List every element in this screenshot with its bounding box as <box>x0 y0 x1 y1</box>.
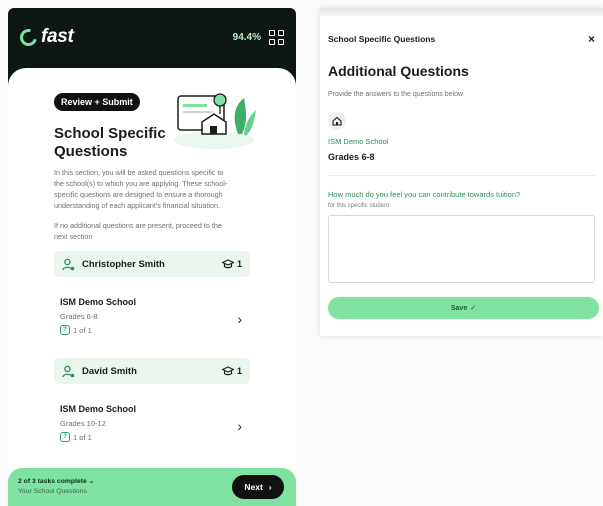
school-grades: Grades 10-12 <box>60 419 106 428</box>
modal-header-title: School Specific Questions <box>328 34 436 44</box>
section-note: If no additional questions are present, … <box>54 221 222 241</box>
question-hint: for this specific student <box>328 203 390 209</box>
review-submit-badge[interactable]: Review + Submit <box>54 93 140 111</box>
modal-school-name: ISM Demo School <box>328 137 389 146</box>
question-count-text: 1 of 1 <box>73 432 92 442</box>
answer-textarea[interactable] <box>328 215 595 283</box>
graduation-cap-icon <box>221 259 234 269</box>
modal-grades: Grades 6-8 <box>328 152 375 162</box>
close-icon[interactable]: × <box>588 32 595 46</box>
progress-percent: 94.4% <box>232 31 261 43</box>
app-header: fast 94.4% <box>8 8 296 66</box>
brand-name: fast <box>41 26 74 47</box>
school-name: ISM Demo School <box>60 297 137 307</box>
school-count: 1 <box>236 259 242 269</box>
task-footer: 2 of 3 tasks complete ⌄ Your School Ques… <box>8 468 296 506</box>
save-label: Save <box>450 304 468 312</box>
school-count: 1 <box>236 366 242 376</box>
question-count-text: 1 of 1 <box>73 325 92 335</box>
next-button[interactable]: Next › <box>232 475 284 499</box>
content-card: Review + Submit School Specific Question… <box>8 68 296 506</box>
divider <box>328 175 595 176</box>
check-icon: ✓ <box>470 305 477 312</box>
brand-logo[interactable]: fast <box>16 25 74 49</box>
additional-questions-modal: School Specific Questions × Additional Q… <box>320 8 603 336</box>
mobile-app-frame: fast 94.4% Review + Submit School Specif… <box>8 8 296 506</box>
section-description: In this section, you will be asked quest… <box>54 168 228 210</box>
student-header[interactable]: Christopher Smith 1 <box>54 251 250 277</box>
school-row[interactable]: ISM Demo School Grades 10-12 ? 1 of 1 › <box>54 394 250 456</box>
chevron-right-icon: › <box>268 482 272 492</box>
user-icon <box>62 258 75 270</box>
question-count: ? 1 of 1 <box>60 325 244 335</box>
fast-logo-icon <box>16 25 41 49</box>
school-name: ISM Demo School <box>60 404 137 414</box>
school-illustration-icon <box>174 93 256 149</box>
student-header[interactable]: David Smith 1 <box>54 358 250 384</box>
graduation-cap-icon <box>221 366 234 376</box>
question-count: ? 1 of 1 <box>60 432 244 442</box>
current-section: Your School Questions <box>18 488 87 495</box>
modal-title: Additional Questions <box>328 63 469 79</box>
question-label: How much do you feel you can contribute … <box>328 190 521 199</box>
page-title: School Specific Questions <box>54 125 166 160</box>
menu-grid-icon[interactable] <box>269 29 284 45</box>
student-name: Christopher Smith <box>82 258 165 270</box>
expand-caret-icon: ⌄ <box>88 478 95 485</box>
question-icon: ? <box>60 325 70 335</box>
modal-topbar <box>320 8 603 16</box>
user-icon <box>62 365 75 377</box>
student-name: David Smith <box>82 365 137 377</box>
school-grades: Grades 6-8 <box>60 312 98 321</box>
modal-subtitle: Provide the answers to the questions bel… <box>328 91 464 98</box>
chevron-right-icon: › <box>237 311 242 327</box>
tasks-complete: 2 of 3 tasks complete <box>18 478 87 485</box>
home-icon <box>328 112 346 130</box>
question-icon: ? <box>60 432 70 442</box>
school-row[interactable]: ISM Demo School Grades 6-8 ? 1 of 1 › <box>54 287 250 349</box>
modal-header: School Specific Questions × <box>320 16 603 46</box>
chevron-right-icon: › <box>237 418 242 434</box>
next-label: Next <box>244 482 263 492</box>
save-button[interactable]: Save ✓ <box>328 297 599 319</box>
task-status[interactable]: 2 of 3 tasks complete ⌄ Your School Ques… <box>18 477 94 497</box>
